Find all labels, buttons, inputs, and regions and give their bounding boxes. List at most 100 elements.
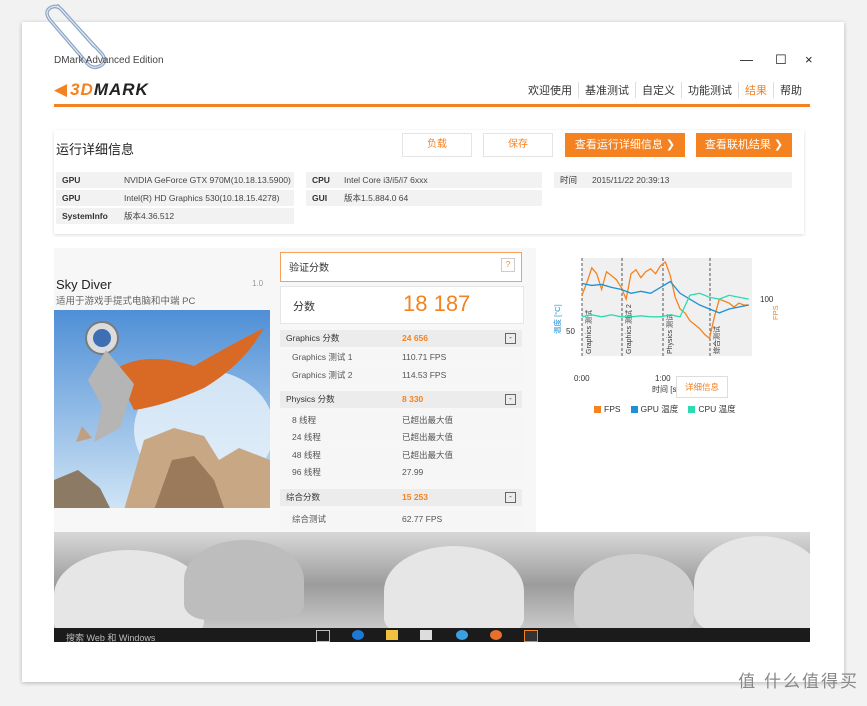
maximize-icon[interactable]: ☐	[775, 52, 787, 68]
page-title: 运行详细信息	[56, 142, 135, 157]
item-value: 27.99	[402, 467, 424, 477]
info-row-systeminfo: SystemInfo 版本4.36.512	[56, 208, 294, 224]
monitoring-chart: Graphics 测试 Graphics 测试 2 Physics 测试 综合测试 温…	[552, 258, 780, 394]
combined-score-row: 综合分数 15 253 -	[280, 489, 522, 506]
nav-welcome[interactable]: 欢迎使用	[522, 82, 578, 98]
help-icon[interactable]: ?	[501, 258, 515, 272]
load-button[interactable]: 负载	[402, 133, 472, 157]
item-name: 48 线程	[292, 450, 321, 460]
item-value: 62.77 FPS	[402, 514, 443, 524]
info-key: SystemInfo	[62, 211, 108, 221]
view-online-button[interactable]: 查看联机结果 ❯	[696, 133, 792, 157]
chevron-right-icon: ❯	[773, 139, 784, 151]
y-axis-left-label: 温度 [°C]	[552, 304, 562, 334]
collapse-icon[interactable]: -	[505, 394, 516, 405]
folder-icon[interactable]	[386, 630, 398, 640]
y-left-tick: 50	[566, 327, 575, 336]
view-online-label: 查看联机结果	[704, 139, 771, 151]
chart-details-button[interactable]: 详细信息	[676, 376, 728, 398]
close-icon[interactable]: ×	[805, 52, 813, 67]
total-score-value: 18 187	[403, 291, 471, 316]
item-name: Graphics 测试 2	[292, 370, 353, 380]
legend-item: FPS	[594, 403, 621, 415]
list-item: 24 线程 已超出最大值	[280, 429, 522, 446]
y-axis-right-label: FPS	[771, 305, 780, 320]
logo-mark: 3D	[70, 80, 94, 99]
logo-text: MARK	[93, 80, 149, 99]
legend-item: CPU 温度	[688, 403, 736, 415]
info-value: Intel(R) HD Graphics 530(10.18.15.4278)	[124, 193, 280, 203]
item-value: 已超出最大值	[402, 415, 454, 425]
x-tick: 0:00	[574, 374, 590, 383]
3dmark-logo: ◀ 3DMARK	[54, 80, 149, 99]
item-value: 114.53 FPS	[402, 370, 447, 380]
info-key: GPU	[62, 175, 81, 185]
score-column: 验证分数 ? 分数 18 187 Graphics 分数 24 656 - Gr…	[280, 252, 524, 532]
ie-icon[interactable]	[456, 630, 468, 640]
item-name: 综合测试	[292, 514, 327, 524]
windows-taskbar: 搜索 Web 和 Windows	[54, 628, 810, 642]
section-name: Graphics 分数	[286, 333, 340, 343]
nav-results[interactable]: 结果	[738, 82, 773, 98]
store-icon[interactable]	[420, 630, 432, 640]
segment-label: Graphics 测试 2	[624, 304, 633, 354]
chevron-right-icon: ❯	[665, 139, 676, 151]
test-version: 1.0	[252, 279, 264, 288]
edge-icon[interactable]	[352, 630, 364, 640]
item-value: 已超出最大值	[402, 450, 454, 460]
section-value: 8 330	[402, 394, 424, 404]
legend-label: CPU 温度	[698, 404, 736, 414]
chart-legend: FPS GPU 温度 CPU 温度	[594, 403, 736, 415]
info-value: 2015/11/22 20:39:13	[592, 175, 670, 185]
legend-swatch	[594, 405, 601, 413]
list-item: 96 线程 27.99	[280, 464, 522, 481]
nav-benchmark[interactable]: 基准测试	[578, 82, 635, 98]
verify-label: 验证分数	[289, 263, 329, 274]
item-name: 8 线程	[292, 415, 317, 425]
info-row-cpu: CPU Intel Core i3/i5/i7 6xxx	[306, 172, 542, 188]
info-row-gpu2: GPU Intel(R) HD Graphics 530(10.18.15.42…	[56, 190, 294, 206]
task-view-icon[interactable]	[316, 630, 330, 642]
3dmark-taskbar-icon[interactable]	[524, 630, 538, 642]
collapse-icon[interactable]: -	[505, 492, 516, 503]
info-row-gpu1: GPU NVIDIA GeForce GTX 970M(10.18.13.590…	[56, 172, 294, 188]
info-value: 版本1.5.884.0 64	[344, 193, 409, 203]
test-name: Sky Diver	[56, 277, 112, 292]
y-right-tick: 100	[760, 295, 774, 304]
sky-diver-artwork	[54, 310, 270, 508]
nav-custom[interactable]: 自定义	[635, 82, 681, 98]
info-value: 版本4.36.512	[124, 211, 175, 221]
nav-help[interactable]: 帮助	[773, 82, 808, 98]
minimize-icon[interactable]: —	[740, 52, 753, 67]
view-details-label: 查看运行详细信息	[574, 139, 663, 151]
info-key: GPU	[62, 193, 81, 203]
section-name: Physics 分数	[286, 394, 335, 404]
physics-score-row: Physics 分数 8 330 -	[280, 391, 522, 408]
view-details-button[interactable]: 查看运行详细信息 ❯	[565, 133, 685, 157]
nav-feature-test[interactable]: 功能测试	[681, 82, 738, 98]
main-nav: 欢迎使用 基准测试 自定义 功能测试 结果 帮助	[522, 82, 808, 98]
info-value: NVIDIA GeForce GTX 970M(10.18.13.5900)	[124, 175, 291, 185]
save-button[interactable]: 保存	[483, 133, 553, 157]
info-row-time: 时间 2015/11/22 20:39:13	[554, 172, 792, 188]
taskbar-search[interactable]: 搜索 Web 和 Windows	[66, 631, 155, 642]
total-score: 分数 18 187	[280, 286, 524, 324]
test-subtitle: 适用于游戏手提式电脑和中端 PC	[56, 296, 196, 307]
list-item: Graphics 测试 2 114.53 FPS	[280, 367, 522, 384]
legend-swatch	[630, 405, 638, 413]
run-details-panel: 运行详细信息 负载 保存 查看运行详细信息 ❯ 查看联机结果 ❯ GPU NVI…	[54, 130, 804, 234]
firefox-icon[interactable]	[490, 630, 502, 640]
item-value: 已超出最大值	[402, 432, 454, 442]
site-watermark: 值 什么值得买	[738, 672, 859, 691]
list-item: 48 线程 已超出最大值	[280, 447, 522, 464]
item-name: 96 线程	[292, 467, 321, 477]
collapse-icon[interactable]: -	[505, 333, 516, 344]
info-row-gui: GUI 版本1.5.884.0 64	[306, 190, 542, 206]
background-scenery	[54, 532, 810, 628]
legend-label: FPS	[604, 404, 621, 414]
segment-label: 综合测试	[712, 326, 721, 354]
skydiver-illustration	[54, 310, 270, 508]
info-value: Intel Core i3/i5/i7 6xxx	[344, 175, 428, 185]
section-name: 综合分数	[286, 492, 321, 502]
section-value: 15 253	[402, 492, 428, 502]
